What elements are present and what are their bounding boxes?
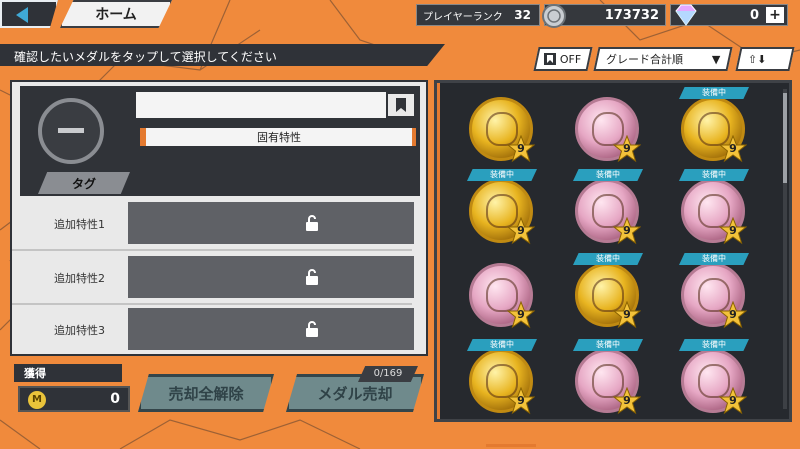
- tag-button-label: タグ: [71, 176, 96, 191]
- medal-card[interactable]: 9: [467, 89, 535, 167]
- grade-star-icon: [719, 135, 747, 163]
- row-divider: [12, 249, 412, 251]
- equipped-tag-peek: [467, 419, 537, 422]
- extra-trait-row[interactable]: 追加特性2: [12, 254, 426, 305]
- grade-star-icon: [613, 387, 641, 415]
- medal-card[interactable]: 9: [467, 255, 535, 333]
- grade-star-icon: [507, 135, 535, 163]
- gain-counter: M 0: [18, 386, 130, 412]
- sort-order-toggle[interactable]: ⇧⬇: [735, 47, 795, 71]
- lock-icon: [306, 321, 318, 337]
- medal-card[interactable]: 装備中 9: [467, 339, 537, 419]
- gain-value: 0: [110, 391, 120, 407]
- panel-divider: [437, 83, 440, 419]
- gem-icon: [675, 4, 697, 26]
- coin-counter: 173732: [542, 4, 666, 28]
- grade-star-icon: [613, 301, 641, 329]
- equipped-badge: 装備中: [573, 169, 643, 181]
- medal-grid: 9 9 装備中 9 装備中 9 装備中 9 装備中 9 9 装備中 9 装備中 9 装備中 9 装備中 9 装備中 9: [434, 80, 792, 422]
- medal-card[interactable]: 装備中 9: [573, 169, 643, 249]
- equipped-badge: 装備中: [467, 339, 537, 351]
- medal-card[interactable]: 装備中 9: [679, 169, 749, 249]
- player-rank-label: プレイヤーランク: [423, 11, 503, 23]
- extra-trait-row[interactable]: 追加特性3: [12, 306, 426, 354]
- sell-medals-label: メダル売却: [317, 384, 393, 403]
- grade-star-icon: [719, 387, 747, 415]
- equipped-badge: 装備中: [679, 339, 749, 351]
- lock-icon: [306, 215, 318, 231]
- bookmark-filter-label: OFF: [560, 52, 582, 66]
- rank-progress-bar: [486, 444, 536, 447]
- medal-card[interactable]: 装備中 9: [679, 253, 749, 333]
- coin-value: 173732: [604, 8, 659, 23]
- grade-star-icon: [613, 217, 641, 245]
- grade-star-icon: [719, 301, 747, 329]
- equipped-tag-peek: [573, 419, 643, 422]
- bookmark-icon: [396, 98, 406, 112]
- extra-trait-label: 追加特性1: [54, 218, 105, 231]
- bookmark-button[interactable]: [386, 92, 416, 118]
- release-all-label: 売却全解除: [168, 384, 244, 403]
- grade-star-icon: [507, 301, 535, 329]
- bookmark-icon: [544, 53, 556, 65]
- medal-card[interactable]: 装備中 9: [573, 339, 643, 419]
- equipped-badge: 装備中: [467, 169, 537, 181]
- sort-label: グレード合計順: [606, 53, 683, 66]
- gem-value: 0: [749, 8, 759, 23]
- sell-count-value: 0/169: [373, 368, 403, 379]
- lock-icon: [306, 269, 318, 285]
- medal-detail-header: 固有特性 タグ: [20, 86, 420, 196]
- medal-detail-panel: 固有特性 タグ 追加特性1 追加特性2 追加特性3: [10, 80, 428, 356]
- sort-order-icon: ⇧⬇: [748, 52, 767, 66]
- medal-card[interactable]: 装備中 9: [679, 339, 749, 419]
- selected-medal-slot: [38, 98, 104, 164]
- extra-trait-label: 追加特性3: [54, 324, 105, 337]
- home-button[interactable]: ホーム: [60, 0, 172, 28]
- medal-name-field: [136, 92, 416, 118]
- unique-trait-header: 固有特性: [140, 128, 416, 146]
- grade-star-icon: [719, 217, 747, 245]
- medal-card[interactable]: 9: [573, 89, 641, 167]
- grade-star-icon: [507, 217, 535, 245]
- bookmark-filter-toggle[interactable]: OFF: [533, 47, 593, 71]
- row-divider: [12, 303, 412, 305]
- extra-trait-slot: [128, 256, 414, 298]
- medal-card[interactable]: 装備中 9: [679, 87, 749, 167]
- instruction-banner: 確認したいメダルをタップして選択してください: [0, 44, 445, 66]
- home-button-label: ホーム: [95, 7, 137, 23]
- grade-star-icon: [507, 387, 535, 415]
- unique-trait-label: 固有特性: [257, 131, 301, 144]
- grade-star-icon: [613, 135, 641, 163]
- sell-count: 0/169: [358, 366, 418, 382]
- empty-dash-icon: [58, 128, 84, 133]
- gain-title: 獲得: [14, 364, 122, 382]
- equipped-badge: 装備中: [679, 87, 749, 99]
- back-arrow-icon: [16, 7, 28, 23]
- player-rank-value: 32: [514, 8, 531, 22]
- equipped-badge: 装備中: [679, 253, 749, 265]
- extra-trait-row[interactable]: 追加特性1: [12, 200, 426, 251]
- player-rank: プレイヤーランク 32: [416, 4, 540, 26]
- back-button[interactable]: [0, 0, 58, 28]
- add-gems-button[interactable]: +: [766, 7, 784, 23]
- extra-trait-slot: [128, 308, 414, 350]
- medal-card[interactable]: 装備中 9: [573, 253, 643, 333]
- release-all-button[interactable]: 売却全解除: [138, 374, 274, 412]
- medal-card[interactable]: 装備中 9: [467, 169, 537, 249]
- equipped-badge: 装備中: [679, 169, 749, 181]
- chevron-down-icon: ▼: [711, 52, 720, 66]
- equipped-badge: 装備中: [573, 339, 643, 351]
- scrollbar-thumb[interactable]: [783, 93, 787, 183]
- extra-trait-label: 追加特性2: [54, 272, 105, 285]
- sort-dropdown[interactable]: グレード合計順 ▼: [593, 47, 733, 71]
- coin-icon: [542, 4, 566, 28]
- medal-coin-icon: M: [28, 391, 46, 409]
- tag-button[interactable]: タグ: [38, 172, 130, 194]
- equipped-badge: 装備中: [573, 253, 643, 265]
- gem-counter: 0 +: [670, 4, 788, 26]
- gain-title-label: 獲得: [24, 367, 46, 380]
- extra-trait-slot: [128, 202, 414, 244]
- instruction-text: 確認したいメダルをタップして選択してください: [14, 50, 277, 64]
